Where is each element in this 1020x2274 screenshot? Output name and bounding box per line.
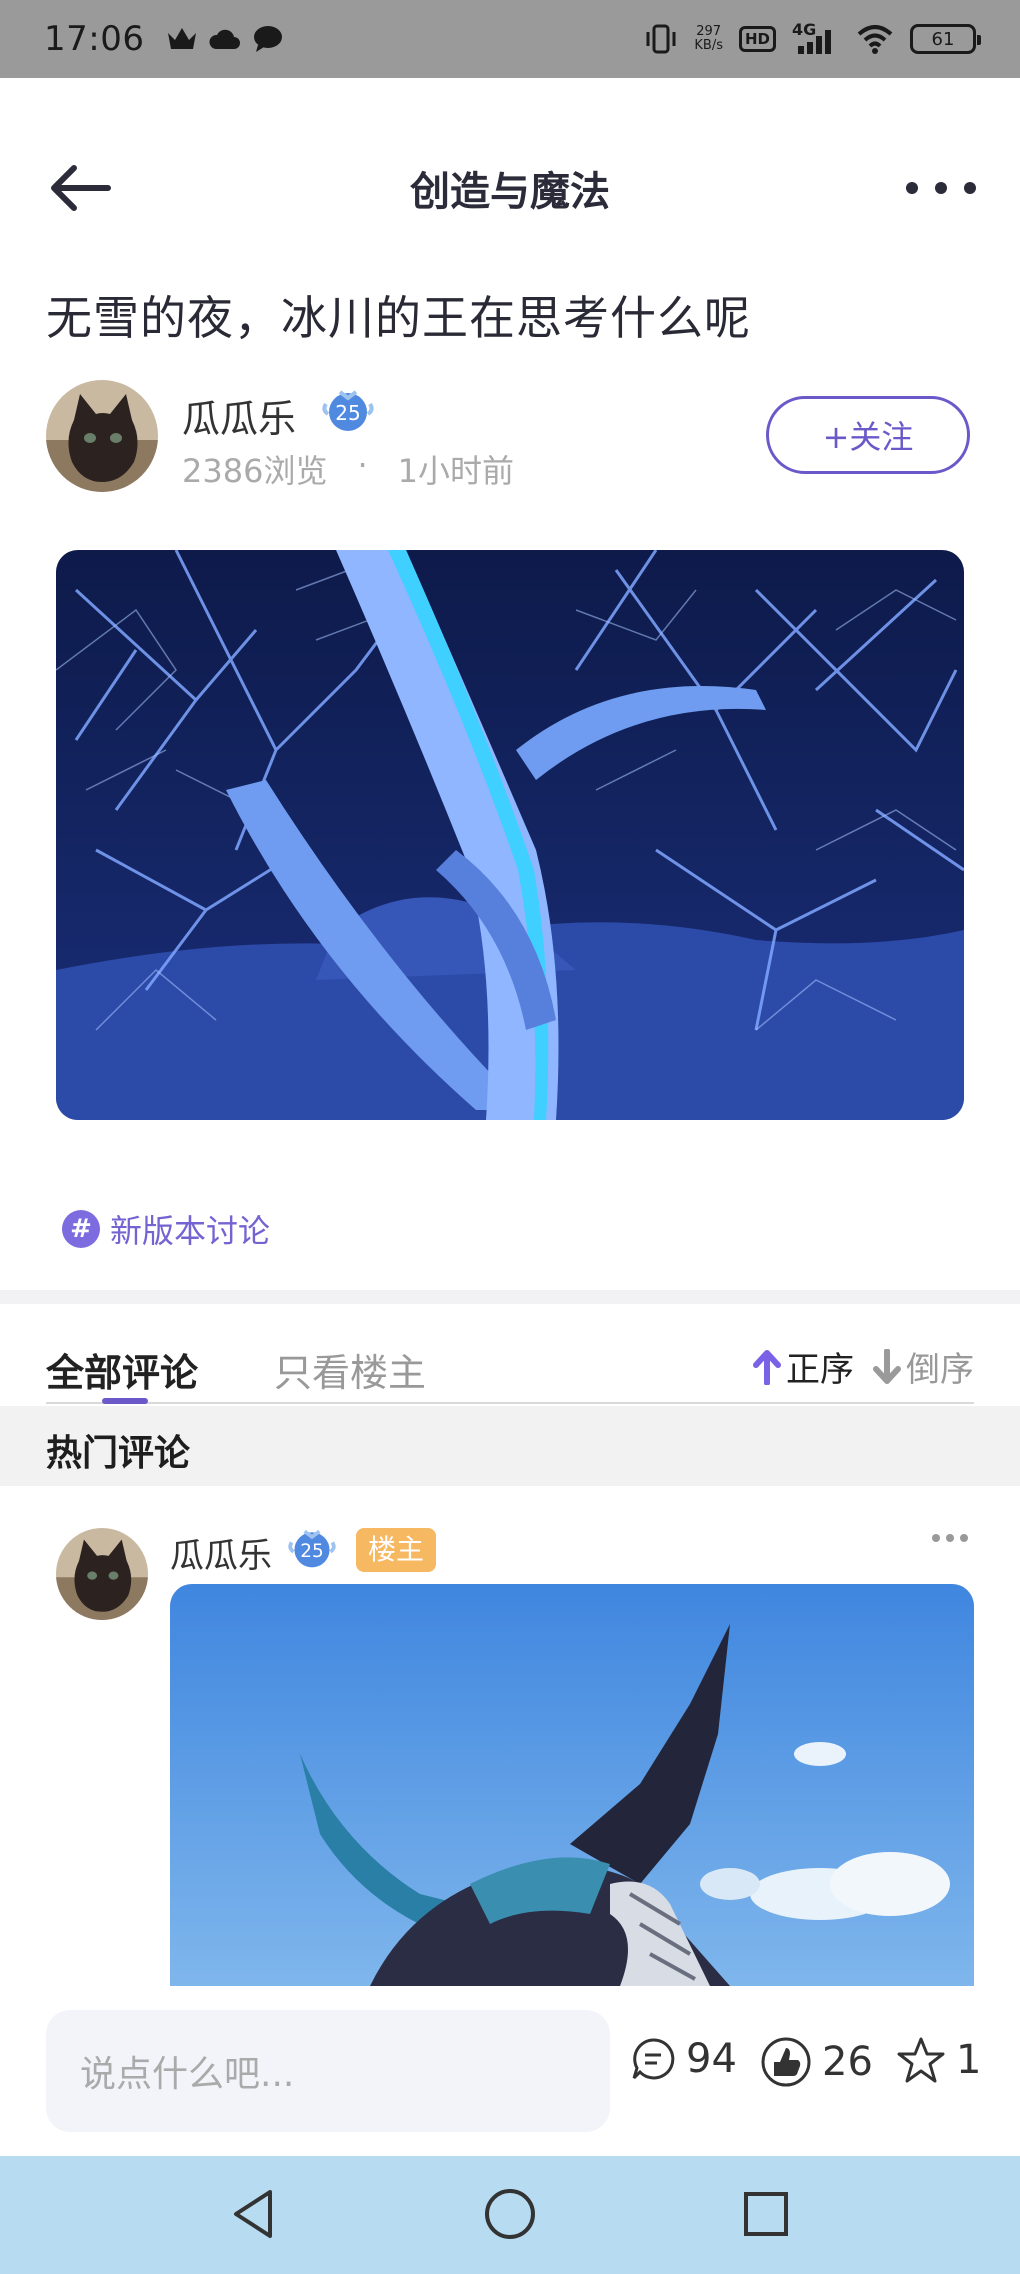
favorite-button[interactable]: 1 — [896, 2036, 981, 2084]
topic-tag-label: 新版本讨论 — [110, 1212, 271, 1250]
square-recents-icon — [744, 2192, 788, 2236]
app-header: 创造与魔法 — [0, 140, 1020, 236]
dot-icon — [932, 1534, 940, 1542]
wifi-icon — [857, 25, 893, 54]
signal-4g-icon: 4G — [792, 20, 840, 56]
comment-item: 瓜瓜乐 25 楼主 — [0, 1486, 1020, 1986]
notification-icons — [166, 25, 284, 53]
more-options-button[interactable] — [906, 170, 976, 206]
back-button[interactable] — [46, 162, 116, 214]
dot-icon — [935, 182, 947, 194]
topic-tag[interactable]: # 新版本讨论 — [62, 1206, 270, 1252]
nav-home-button[interactable] — [480, 2184, 540, 2244]
comment-input[interactable]: 说点什么吧... — [46, 2010, 610, 2132]
arrow-down-icon — [873, 1348, 901, 1384]
network-speed-unit: KB/s — [694, 38, 723, 53]
sort-controls: 正序 倒序 — [752, 1342, 974, 1391]
arrow-up-icon — [753, 1349, 781, 1385]
hashtag-icon: # — [62, 1210, 100, 1248]
sort-descending-label: 倒序 — [906, 1350, 974, 1390]
status-bar: 17:06 297 KB/s HD 4G 61 — [0, 0, 1020, 78]
level-number: 25 — [300, 1541, 323, 1562]
dot-icon — [960, 1534, 968, 1542]
post-image[interactable] — [56, 550, 964, 1120]
hd-icon: HD — [738, 26, 776, 52]
star-icon — [897, 2037, 945, 2083]
like-count: 26 — [822, 2039, 873, 2085]
dot-icon — [964, 182, 976, 194]
tab-owner-only[interactable]: 只看楼主 — [274, 1342, 426, 1397]
battery-level: 61 — [931, 28, 955, 50]
comment-count: 94 — [686, 2036, 737, 2082]
network-speed: 297 KB/s — [694, 25, 723, 53]
vibrate-icon — [646, 24, 676, 54]
nav-back-button[interactable] — [224, 2184, 284, 2244]
comment-more-button[interactable] — [932, 1534, 968, 1542]
active-tab-indicator — [102, 1398, 148, 1404]
network-speed-value: 297 — [696, 24, 722, 39]
author-row: 瓜瓜乐 25 2386浏览 · 1小时前 +关注 — [46, 380, 974, 496]
dot-icon — [906, 182, 918, 194]
level-badge: 25 — [320, 384, 376, 436]
page-title: 创造与魔法 — [410, 169, 610, 215]
comment-input-placeholder: 说点什么吧... — [80, 2054, 295, 2095]
commenter-name[interactable]: 瓜瓜乐 — [170, 1528, 272, 1577]
commenter-avatar[interactable] — [56, 1528, 148, 1620]
tab-all-comments[interactable]: 全部评论 — [46, 1342, 198, 1397]
sort-ascending-label: 正序 — [786, 1350, 854, 1390]
system-status-icons: 297 KB/s HD 4G 61 — [644, 20, 981, 56]
bottom-action-bar: 说点什么吧... 94 26 1 — [0, 1986, 1020, 2156]
comment-image[interactable] — [170, 1584, 974, 1986]
status-time: 17:06 — [44, 19, 145, 59]
arrow-left-icon — [51, 165, 111, 211]
message-bubble-icon — [254, 26, 283, 52]
post-title: 无雪的夜，冰川的王在思考什么呢 — [46, 291, 751, 345]
author-name[interactable]: 瓜瓜乐 — [182, 388, 296, 443]
favorite-count: 1 — [956, 2037, 982, 2083]
owner-badge: 楼主 — [356, 1528, 437, 1572]
circle-home-icon — [485, 2189, 535, 2239]
battery-icon: 61 — [910, 24, 981, 54]
meta-separator: · — [357, 446, 368, 484]
level-number: 25 — [335, 401, 360, 425]
nav-recents-button[interactable] — [736, 2184, 796, 2244]
section-divider — [0, 1290, 1020, 1304]
post-time: 1小时前 — [397, 452, 514, 490]
hot-comments-header: 热门评论 — [0, 1406, 1020, 1486]
cloud-icon — [209, 29, 241, 49]
like-button[interactable]: 26 — [760, 2036, 873, 2088]
comment-icon — [632, 2038, 675, 2080]
thumbs-up-icon — [761, 2037, 811, 2087]
sort-ascending-button[interactable]: 正序 — [752, 1342, 854, 1391]
view-count: 2386浏览 — [182, 452, 328, 490]
system-nav-bar — [0, 2156, 1020, 2274]
post-meta: 2386浏览 · 1小时前 — [182, 446, 514, 492]
author-avatar[interactable] — [46, 380, 158, 492]
triangle-back-icon — [234, 2190, 272, 2238]
dot-icon — [946, 1534, 954, 1542]
follow-button[interactable]: +关注 — [766, 396, 970, 474]
hot-comments-title: 热门评论 — [46, 1433, 191, 1474]
level-badge: 25 — [286, 1524, 338, 1572]
comments-button[interactable]: 94 — [630, 2036, 737, 2082]
crown-icon — [168, 28, 197, 49]
comment-tabs: 全部评论 只看楼主 正序 倒序 — [46, 1334, 974, 1404]
sort-descending-button[interactable]: 倒序 — [872, 1342, 974, 1391]
